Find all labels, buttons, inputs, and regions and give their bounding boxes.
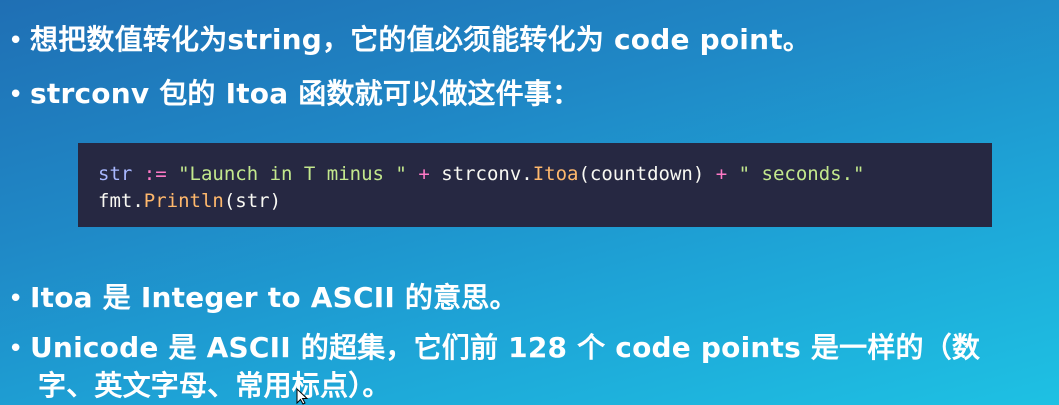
- bullet-marker: •: [8, 80, 24, 110]
- code-token: :=: [132, 163, 179, 185]
- bullet-1: • 想把数值转化为string，它的值必须能转化为 code point。: [8, 20, 811, 61]
- slide: • 想把数值转化为string，它的值必须能转化为 code point。 • st…: [0, 0, 1059, 405]
- bullet-4-line-1: • Unicode 是 ASCII 的超集，它们前 128 个 code poin…: [8, 328, 980, 369]
- bullet-4-line-2: 字、英文字母、常用标点）。: [38, 369, 391, 402]
- code-token: "Launch in T minus ": [178, 163, 407, 185]
- bullet-4: • Unicode 是 ASCII 的超集，它们前 128 个 code poin…: [8, 328, 980, 402]
- bullet-3-text: Itoa 是 Integer to ASCII 的意思。: [30, 281, 518, 314]
- code-line-2: fmt.Println(str): [98, 188, 972, 215]
- code-token: strconv.: [441, 163, 533, 185]
- code-token: +: [704, 163, 739, 185]
- bullet-3: • Itoa 是 Integer to ASCII 的意思。: [8, 278, 518, 319]
- code-token: Println: [143, 190, 224, 212]
- mouse-cursor-icon: [296, 387, 309, 405]
- bullet-marker: •: [8, 334, 24, 364]
- bullet-2-text: strconv 包的 Itoa 函数就可以做这件事：: [30, 77, 581, 110]
- code-token: (str): [223, 190, 282, 212]
- bullet-marker: •: [8, 26, 24, 56]
- bullet-1-text: 想把数值转化为string，它的值必须能转化为 code point。: [30, 23, 811, 56]
- bullet-marker: •: [8, 284, 24, 314]
- bullet-4-text-1: Unicode 是 ASCII 的超集，它们前 128 个 code point…: [30, 331, 981, 364]
- code-line-1: str := "Launch in T minus " + strconv.It…: [98, 161, 972, 188]
- code-block: str := "Launch in T minus " + strconv.It…: [78, 143, 992, 227]
- code-token: fmt.: [98, 190, 144, 212]
- bullet-2: • strconv 包的 Itoa 函数就可以做这件事：: [8, 74, 580, 115]
- code-token: +: [406, 163, 442, 185]
- code-token: Itoa: [532, 163, 579, 185]
- code-token: " seconds.": [738, 163, 865, 185]
- code-token: (countdown): [578, 163, 705, 185]
- code-token: str: [98, 163, 133, 185]
